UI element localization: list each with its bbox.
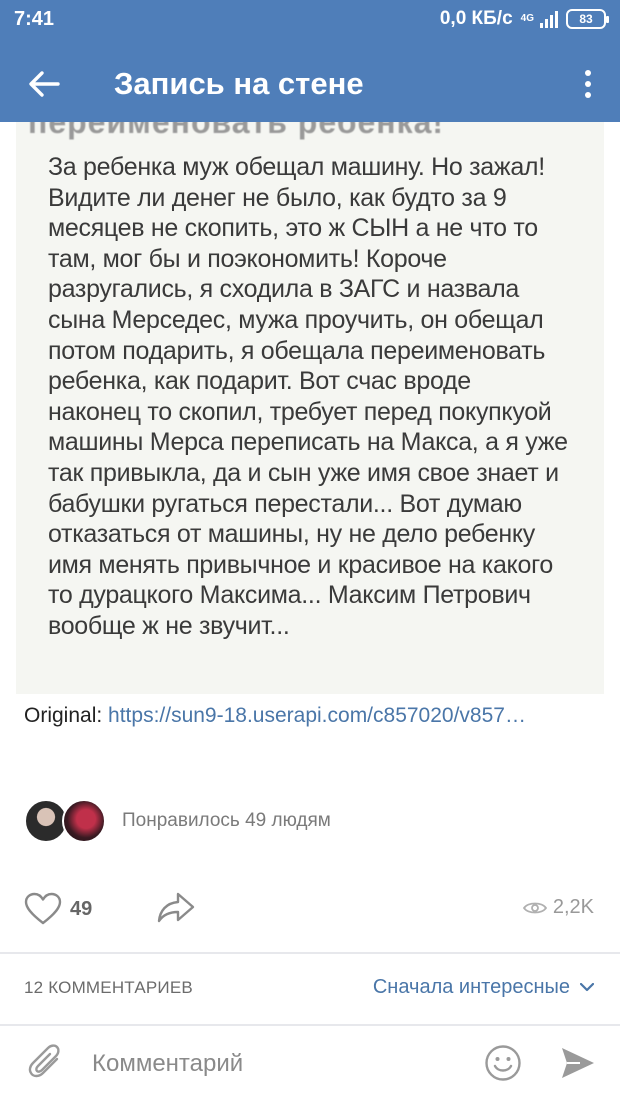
paperclip-icon: [28, 1044, 60, 1078]
avatar: [62, 799, 106, 843]
status-right: 0,0 КБ/с 4G 83: [439, 8, 609, 30]
attach-button[interactable]: [28, 1044, 64, 1087]
network-speed: 0,0 КБ/с: [439, 8, 513, 29]
eye-icon: [522, 902, 547, 913]
heart-icon: [24, 892, 62, 925]
post-image-cut-text: переименовать ребенка!: [28, 122, 445, 140]
status-bar: 7:41 0,0 КБ/с 4G 83: [0, 0, 620, 40]
more-options-button[interactable]: [578, 66, 598, 102]
original-link[interactable]: https://sun9-18.userapi.com/c857020/v857…: [108, 704, 526, 727]
comments-header: 12 КОММЕНТАРИЕВ Сначала интересные: [24, 976, 594, 1002]
share-button[interactable]: [156, 890, 196, 931]
divider: [0, 952, 620, 954]
status-time: 7:41: [14, 8, 55, 30]
comment-input[interactable]: [92, 1046, 472, 1082]
emoji-button[interactable]: [484, 1044, 522, 1087]
post-image-text: За ребенка муж обещал машину. Но зажал! …: [48, 153, 568, 640]
send-button[interactable]: [560, 1046, 596, 1085]
page-title: Запись на стене: [114, 66, 364, 101]
chevron-down-icon: [580, 983, 594, 992]
comment-composer: [0, 1026, 620, 1101]
views-count: 2,2K: [552, 896, 594, 918]
network-type: 4G: [520, 13, 534, 24]
signal-icon: [540, 10, 558, 28]
post-actions: 49 2,2K: [24, 888, 604, 932]
liked-by-text[interactable]: Понравилось 49 людям: [122, 810, 331, 832]
original-label: Original:: [24, 704, 103, 727]
app-bar: Запись на стене: [0, 44, 620, 122]
back-arrow-icon: [29, 71, 60, 97]
more-vertical-icon: [585, 70, 591, 76]
likers-avatars[interactable]: [24, 798, 106, 844]
network-type-icon: 4G: [521, 14, 534, 24]
like-button[interactable]: 49: [24, 892, 92, 926]
share-icon: [157, 892, 195, 923]
battery-icon: 83: [566, 9, 609, 29]
top-bar: 7:41 0,0 КБ/с 4G 83 Запись на стене: [0, 0, 620, 122]
emoji-icon: [485, 1045, 521, 1081]
send-icon: [562, 1048, 594, 1078]
comments-count: 12 КОММЕНТАРИЕВ: [24, 978, 193, 997]
like-count: 49: [70, 897, 93, 920]
comments-sort-button[interactable]: Сначала интересные: [373, 976, 594, 999]
battery-level: 83: [579, 12, 593, 26]
sort-label: Сначала интересные: [372, 976, 570, 998]
back-button[interactable]: [24, 64, 64, 104]
original-source: Original: https://sun9-18.userapi.com/c8…: [24, 700, 604, 732]
views-counter: 2,2K: [522, 896, 594, 919]
post-image[interactable]: переименовать ребенка! За ребенка муж об…: [16, 122, 604, 694]
